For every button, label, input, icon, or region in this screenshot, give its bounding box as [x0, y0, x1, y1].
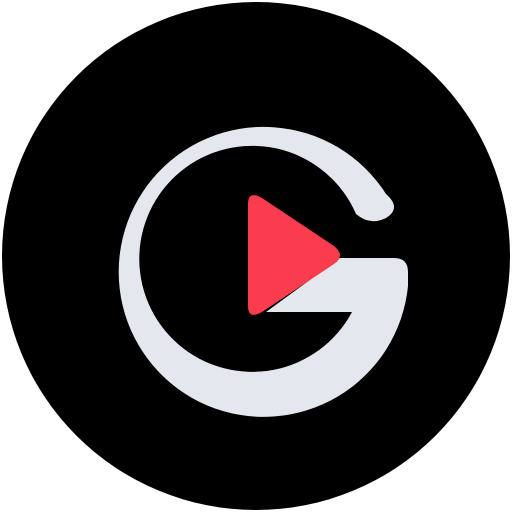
app-logo [0, 0, 512, 512]
g-play-logo-svg [2, 2, 510, 510]
